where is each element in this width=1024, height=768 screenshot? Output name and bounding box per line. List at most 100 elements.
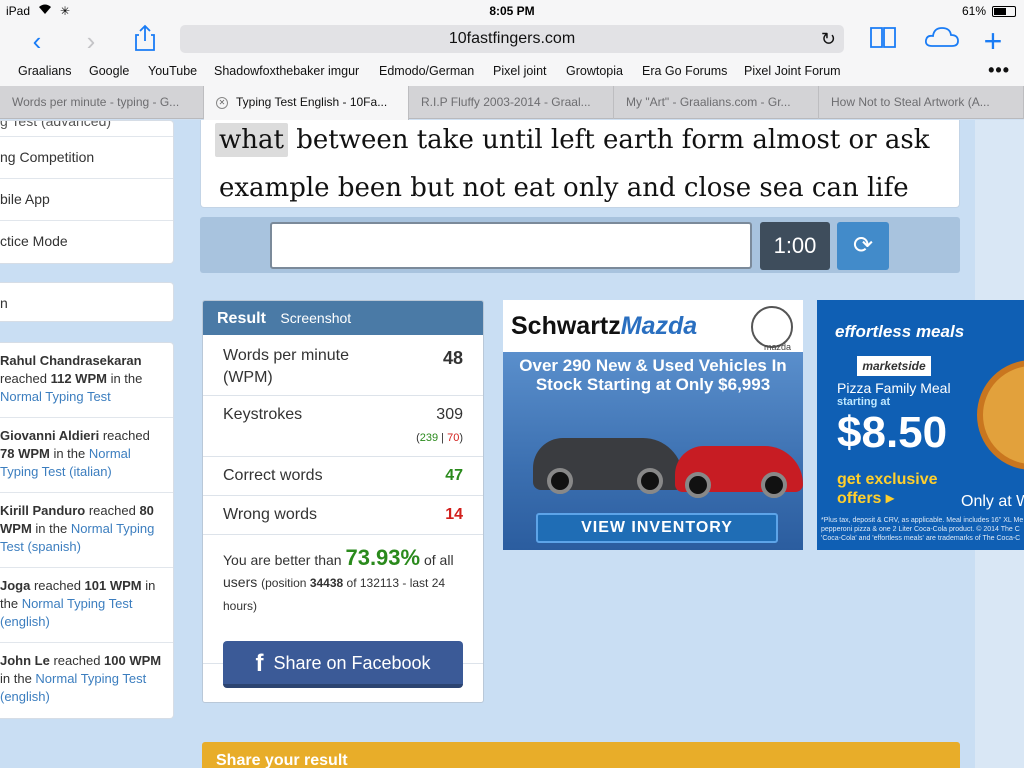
- result-header: Result Screenshot: [203, 301, 483, 335]
- bookmark-item[interactable]: Google: [89, 64, 129, 78]
- bookmark-item[interactable]: Growtopia: [566, 64, 623, 78]
- close-tab-icon[interactable]: ✕: [216, 96, 228, 109]
- refresh-icon: ⟳: [852, 232, 874, 259]
- sidebar-item-advanced-test[interactable]: g Test (advanced): [0, 121, 173, 137]
- share-facebook-button[interactable]: f Share on Facebook: [223, 641, 463, 688]
- position-value: 34438: [309, 576, 344, 590]
- tab-typing-test[interactable]: ✕ Typing Test English - 10Fa...: [204, 86, 409, 120]
- wpm-label: Words per minute (WPM): [223, 347, 349, 386]
- ad2-only-at: Only at W: [961, 493, 1024, 510]
- user-name[interactable]: Rahul Chandrasekaran: [0, 353, 142, 368]
- tab-screenshot[interactable]: Screenshot: [280, 310, 351, 326]
- bookmark-item[interactable]: Edmodo/German: [379, 64, 474, 78]
- forward-icon[interactable]: ›: [76, 26, 106, 56]
- tab-how-not-to-steal[interactable]: How Not to Steal Artwork (A...: [819, 86, 1024, 119]
- sidebar-item-competition[interactable]: ng Competition: [0, 137, 173, 179]
- ad2-title: effortless meals: [835, 322, 965, 341]
- activity-text: reached: [99, 428, 150, 443]
- keystrokes-row: Keystrokes 309 (239 | 70): [203, 396, 483, 457]
- bookmark-item[interactable]: YouTube: [148, 64, 197, 78]
- new-tab-icon[interactable]: +: [978, 25, 1008, 57]
- ad-brand-1: Schwartz: [511, 312, 621, 340]
- ad2-offer[interactable]: get exclusive offers ▸: [837, 470, 967, 508]
- better-percent: 73.93%: [345, 545, 421, 570]
- keystrokes-value: 309: [436, 406, 463, 423]
- wpm-value: 48: [442, 348, 463, 368]
- keystrokes-label: Keystrokes: [223, 406, 303, 423]
- bookmark-item[interactable]: Pixel Joint Forum: [744, 64, 841, 78]
- typing-input-row: 1:00 ⟳: [200, 217, 960, 273]
- icloud-tabs-icon[interactable]: [922, 24, 962, 54]
- share-icon[interactable]: [130, 24, 160, 54]
- sidebar-item-practice-mode[interactable]: ctice Mode: [0, 221, 173, 263]
- list-item: Kirill Panduro reached 80 WPM in the Nor…: [0, 493, 173, 568]
- restart-button[interactable]: ⟳: [837, 222, 889, 270]
- activity-text: in the: [0, 671, 36, 686]
- ad-brand-2: Mazda: [620, 312, 698, 340]
- bookmark-item[interactable]: Graalians: [18, 64, 72, 78]
- tab-label: Typing Test English - 10Fa...: [236, 95, 388, 109]
- ad-schwartz-mazda[interactable]: SchwartzMazda mazda Over 290 New & Used …: [503, 300, 803, 550]
- url-bar[interactable]: 10fastfingers.com ↻: [180, 25, 844, 53]
- wrong-words-label: Wrong words: [223, 506, 317, 523]
- more-bookmarks-icon[interactable]: •••: [988, 60, 1010, 81]
- keystrokes-breakdown: (239 | 70): [416, 432, 463, 444]
- tab-words-per-minute[interactable]: Words per minute - typing - G...: [0, 86, 204, 119]
- list-item: John Le reached 100 WPM in the Normal Ty…: [0, 643, 173, 718]
- bookmarks-icon[interactable]: [868, 24, 898, 54]
- typing-words-box: what between take until left earth form …: [200, 120, 960, 208]
- words-text: between take until left earth form almos…: [287, 125, 930, 155]
- wpm-row: Words per minute (WPM) 48: [203, 335, 483, 396]
- ad2-product: Pizza Family Meal: [837, 380, 951, 396]
- activity-wpm: 112 WPM: [50, 371, 107, 386]
- user-name[interactable]: Joga: [0, 578, 30, 593]
- view-inventory-button[interactable]: VIEW INVENTORY: [536, 513, 778, 543]
- browser-toolbar: ‹ › 10fastfingers.com ↻ +: [0, 22, 1024, 60]
- list-item: Rahul Chandrasekaran reached 112 WPM in …: [0, 343, 173, 418]
- url-text: 10fastfingers.com: [448, 30, 576, 47]
- battery-percent: 61%: [961, 4, 986, 18]
- car-image-gray: [533, 438, 683, 494]
- tab-rip-fluffy[interactable]: R.I.P Fluffy 2003-2014 - Graal...: [409, 86, 614, 119]
- tab-label: My "Art" - Graalians.com - Gr...: [626, 95, 791, 109]
- tab-label: How Not to Steal Artwork (A...: [831, 95, 990, 109]
- list-item: Joga reached 101 WPM in the Normal Typin…: [0, 568, 173, 643]
- battery-icon: [992, 5, 1016, 17]
- activity-wpm: 100 WPM: [104, 653, 162, 668]
- back-icon[interactable]: ‹: [22, 26, 52, 56]
- bookmark-item[interactable]: Era Go Forums: [642, 64, 727, 78]
- correct-words-value: 47: [445, 467, 463, 484]
- bookmark-item[interactable]: Pixel joint: [493, 64, 547, 78]
- user-name[interactable]: Giovanni Aldieri: [0, 428, 99, 443]
- ad-headline: Over 290 New & Used Vehicles In Stock St…: [519, 356, 787, 394]
- keystrokes-wrong: 70: [447, 432, 460, 444]
- user-name[interactable]: Kirill Panduro: [0, 503, 85, 518]
- mazda-logo-text: mazda: [763, 342, 791, 352]
- ad2-starting: starting at: [837, 396, 891, 408]
- sidebar-item-mobile-app[interactable]: bile App: [0, 179, 173, 221]
- bookmarks-bar: Graalians Google YouTube Shadowfoxthebak…: [0, 60, 1024, 86]
- correct-words-row: Correct words 47: [203, 457, 483, 496]
- facebook-icon: f: [255, 650, 264, 677]
- tab-my-art[interactable]: My "Art" - Graalians.com - Gr...: [614, 86, 819, 119]
- sidebar-box-login[interactable]: n: [0, 282, 174, 322]
- tab-label: R.I.P Fluffy 2003-2014 - Graal...: [421, 95, 591, 109]
- ad2-price: $8.50: [837, 408, 948, 457]
- timer: 1:00: [760, 222, 830, 270]
- car-image-red: [675, 446, 803, 498]
- list-item: Giovanni Aldieri reached 78 WPM in the N…: [0, 418, 173, 493]
- share-result-header: Share your result: [202, 742, 960, 768]
- ad-effortless-meals[interactable]: effortless meals marketside Pizza Family…: [817, 300, 1024, 550]
- bookmark-item[interactable]: Shadowfoxthebaker imgur: [214, 64, 359, 78]
- user-name[interactable]: John Le: [0, 653, 50, 668]
- activity-text: reached: [49, 653, 105, 668]
- activity-text: in the: [106, 371, 143, 386]
- typing-input[interactable]: [270, 222, 752, 269]
- wrong-words-value: 14: [445, 506, 463, 523]
- test-link[interactable]: Normal Typing Test: [0, 389, 111, 404]
- ad2-fine-print: *Plus tax, deposit & CRV, as applicable.…: [821, 517, 1024, 542]
- ad-brand: SchwartzMazda: [511, 312, 697, 341]
- tab-result[interactable]: Result: [217, 310, 266, 327]
- reload-icon[interactable]: ↻: [821, 25, 836, 53]
- current-word: what: [215, 123, 288, 157]
